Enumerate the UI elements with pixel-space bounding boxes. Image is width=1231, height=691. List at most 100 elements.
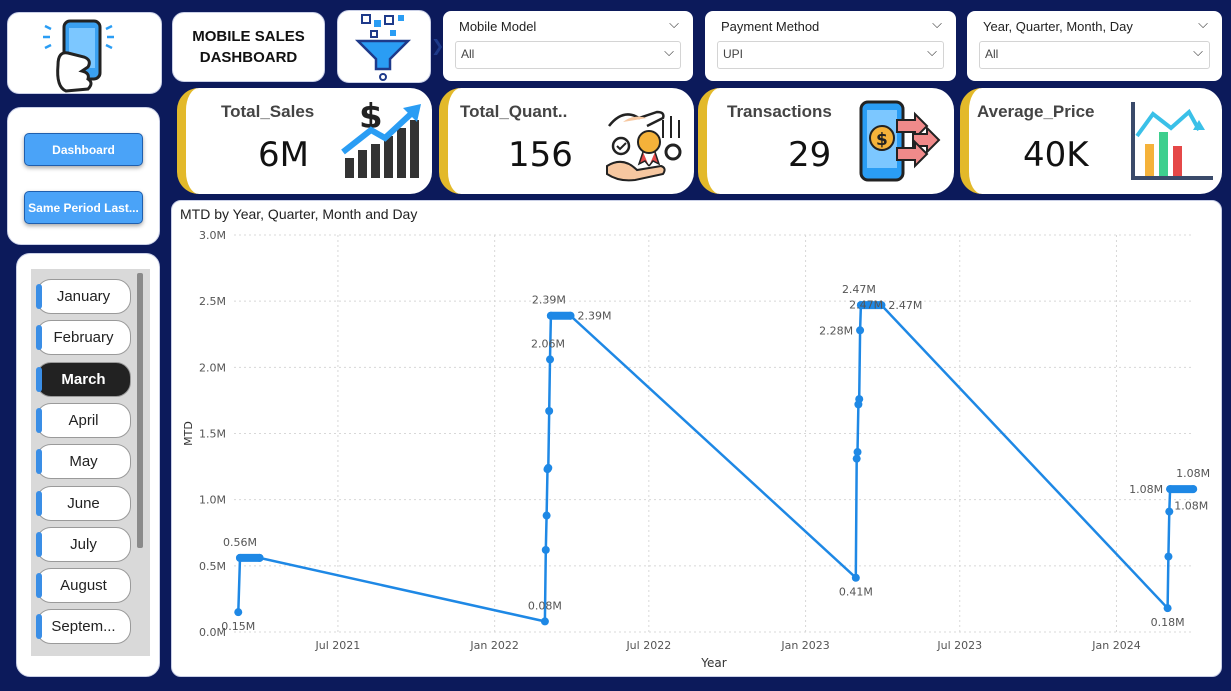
data-point[interactable] xyxy=(544,463,553,472)
data-label: 2.28M xyxy=(819,324,853,337)
data-label: 0.15M xyxy=(221,620,255,633)
month-item-january[interactable]: January xyxy=(36,279,131,314)
filter-funnel-button[interactable] xyxy=(337,10,431,83)
chevron-down-icon[interactable]: ⌵ xyxy=(932,17,942,32)
x-tick-label: Jul 2021 xyxy=(315,639,361,652)
month-item-august[interactable]: August xyxy=(36,568,131,604)
scrollbar[interactable] xyxy=(137,273,143,548)
month-item-septem[interactable]: Septem... xyxy=(36,609,131,645)
month-item-may[interactable]: May xyxy=(36,444,131,480)
data-point[interactable] xyxy=(853,448,862,457)
date-hierarchy-dropdown[interactable]: All ⌵ xyxy=(979,41,1210,69)
kpi-total-sales: Total_Sales 6M $ xyxy=(177,88,432,194)
mobile-model-slicer[interactable]: Mobile Model ⌵ All ⌵ xyxy=(443,11,693,81)
x-axis-title: Year xyxy=(700,656,726,670)
slicer-label: Year, Quarter, Month, Day xyxy=(983,19,1133,34)
kpi-value: 40K xyxy=(1023,135,1089,175)
data-label: 0.41M xyxy=(839,586,873,599)
data-point[interactable] xyxy=(234,608,243,617)
data-label: 2.06M xyxy=(531,337,565,350)
data-point[interactable] xyxy=(546,355,555,364)
x-tick-label: Jan 2022 xyxy=(469,639,518,652)
y-tick-label: 2.5M xyxy=(199,295,226,308)
y-axis-title: MTD xyxy=(182,421,195,446)
y-tick-label: 1.5M xyxy=(199,428,226,441)
dropdown-value: UPI xyxy=(723,47,744,61)
bar-chart-icon xyxy=(1131,102,1213,180)
kpi-label: Total_Sales xyxy=(221,102,315,121)
data-label: 1.08M xyxy=(1174,500,1208,513)
month-list: January February March April May June July Augu… xyxy=(31,269,150,656)
data-point[interactable] xyxy=(1163,604,1172,613)
date-hierarchy-slicer[interactable]: Year, Quarter, Month, Day ⌵ All ⌵ xyxy=(967,11,1222,81)
month-item-march[interactable]: March xyxy=(36,361,131,397)
month-item-july[interactable]: July xyxy=(36,526,131,562)
data-point[interactable] xyxy=(855,395,864,404)
data-point[interactable] xyxy=(542,511,551,520)
data-label: 1.08M xyxy=(1129,483,1163,496)
svg-text:$: $ xyxy=(876,130,888,150)
chevron-down-icon[interactable]: ⌵ xyxy=(669,17,679,32)
mobile-model-dropdown[interactable]: All ⌵ xyxy=(455,41,681,69)
data-point[interactable] xyxy=(851,573,860,582)
navigation-card: Dashboard Same Period Last... xyxy=(7,107,160,245)
same-period-last-year-button[interactable]: Same Period Last... xyxy=(24,191,143,224)
month-item-june[interactable]: June xyxy=(36,485,131,521)
kpi-average-price: Average_Price 40K xyxy=(960,88,1222,194)
sales-growth-icon: $ xyxy=(341,97,421,178)
y-tick-label: 3.0M xyxy=(199,229,226,242)
data-point[interactable] xyxy=(1165,507,1174,516)
kpi-label: Total_Quant.. xyxy=(460,102,568,121)
mtd-line-chart-card: MTD by Year, Quarter, Month and Day 0.0M… xyxy=(171,200,1222,677)
y-tick-label: 2.0M xyxy=(199,361,226,374)
data-label: 2.47M xyxy=(888,299,922,312)
x-tick-label: Jan 2023 xyxy=(780,639,829,652)
mtd-line-chart[interactable]: 0.0M0.5M1.0M1.5M2.0M2.5M3.0MJul 2021 Jan … xyxy=(172,201,1221,676)
kpi-value: 6M xyxy=(258,135,309,175)
data-label: 2.47M xyxy=(849,298,883,311)
kpi-total-quantity: Total_Quant.. 156 xyxy=(439,88,694,194)
series-line xyxy=(237,303,1194,623)
data-label: 1.08M xyxy=(1176,467,1210,480)
data-label: 0.08M xyxy=(528,599,562,612)
month-item-april[interactable]: April xyxy=(36,402,131,438)
x-tick-label: Jul 2022 xyxy=(625,639,671,652)
chevron-down-icon: ⌵ xyxy=(1193,45,1203,60)
dashboard-title-card: MOBILE SALES DASHBOARD xyxy=(172,12,325,82)
kpi-label: Transactions xyxy=(727,102,832,121)
funnel-icon xyxy=(354,14,412,81)
x-tick-label: Jul 2023 xyxy=(936,639,982,652)
app-logo-card xyxy=(7,12,162,94)
data-point[interactable] xyxy=(541,545,550,554)
data-point[interactable] xyxy=(545,407,554,416)
mobile-payment-icon: $ xyxy=(859,100,941,182)
month-slicer-card: January February March April May June July Augu… xyxy=(16,253,160,677)
data-label: 0.18M xyxy=(1151,616,1185,629)
chevron-down-icon[interactable]: ⌵ xyxy=(1198,17,1208,32)
chevron-down-icon: ⌵ xyxy=(664,45,674,60)
quality-hands-icon xyxy=(606,110,682,182)
data-label: 2.39M xyxy=(577,310,611,323)
y-tick-label: 1.0M xyxy=(199,494,226,507)
month-item-february[interactable]: February xyxy=(36,320,131,356)
dropdown-value: All xyxy=(985,47,999,61)
data-label: 2.47M xyxy=(842,283,876,296)
dashboard-button[interactable]: Dashboard xyxy=(24,133,143,166)
slicer-label: Payment Method xyxy=(721,19,820,34)
data-point[interactable] xyxy=(1164,552,1173,561)
kpi-transactions: Transactions 29 $ xyxy=(698,88,954,194)
kpi-value: 29 xyxy=(788,135,832,175)
kpi-value: 156 xyxy=(508,135,573,175)
payment-method-dropdown[interactable]: UPI ⌵ xyxy=(717,41,944,69)
x-tick-label: Jan 2024 xyxy=(1091,639,1140,652)
data-label: 2.39M xyxy=(532,294,566,307)
slicer-label: Mobile Model xyxy=(459,19,537,34)
data-point[interactable] xyxy=(856,326,865,335)
y-tick-label: 0.5M xyxy=(199,560,226,573)
page-title: MOBILE SALES DASHBOARD xyxy=(192,28,305,66)
chevron-down-icon: ⌵ xyxy=(927,45,937,60)
dropdown-value: All xyxy=(461,47,475,61)
data-label: 0.56M xyxy=(223,536,257,549)
data-point[interactable] xyxy=(540,617,549,626)
payment-method-slicer[interactable]: Payment Method ⌵ UPI ⌵ xyxy=(705,11,956,81)
